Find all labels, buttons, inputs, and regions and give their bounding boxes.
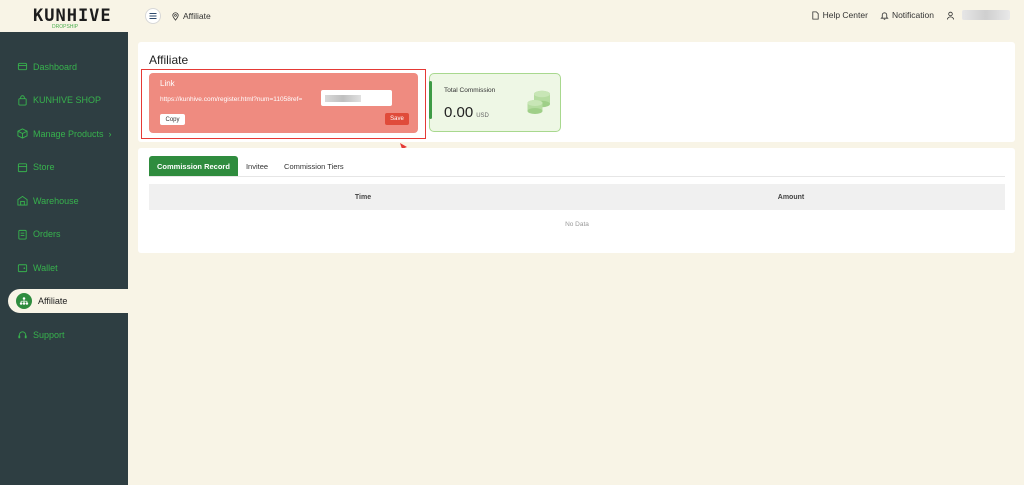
top-right-actions: Help Center Notification xyxy=(811,10,1024,20)
column-header-time[interactable]: Time xyxy=(149,194,577,201)
sidebar-item-warehouse[interactable]: Warehouse xyxy=(0,184,128,218)
save-button[interactable]: Save xyxy=(385,113,409,125)
commission-unit: USD xyxy=(476,113,489,119)
sidebar-nav: Dashboard KUNHIVE SHOP Manage Products ›… xyxy=(0,50,128,352)
logo[interactable]: KUNHIVE DROPSHIP xyxy=(0,0,128,32)
document-icon xyxy=(811,10,819,20)
total-commission-card: Total Commission 0.00 USD xyxy=(428,73,561,132)
copy-button[interactable]: Copy xyxy=(160,114,185,125)
sidebar-item-affiliate[interactable]: Affiliate xyxy=(8,288,128,313)
notification-link[interactable]: Notification xyxy=(880,10,934,20)
tab-invitee[interactable]: Invitee xyxy=(238,156,276,176)
referral-url: https://kunhive.com/register.html?num=11… xyxy=(160,96,303,103)
location-pin-icon xyxy=(172,11,179,21)
referral-link-card: Link https://kunhive.com/register.html?n… xyxy=(149,73,418,133)
tab-commission-tiers[interactable]: Commission Tiers xyxy=(276,156,352,176)
sidebar-item-label: Affiliate xyxy=(38,295,68,306)
commission-label: Total Commission xyxy=(444,87,496,94)
sidebar-item-orders[interactable]: Orders xyxy=(0,218,128,252)
sidebar-item-manage-products[interactable]: Manage Products › xyxy=(0,117,128,151)
tab-commission-record[interactable]: Commission Record xyxy=(149,156,238,176)
bell-icon xyxy=(880,11,889,20)
sidebar-item-label: Manage Products xyxy=(33,128,104,139)
sidebar-item-dashboard[interactable]: Dashboard xyxy=(0,50,128,84)
box-icon xyxy=(16,128,28,140)
sidebar-item-kunhive-shop[interactable]: KUNHIVE SHOP xyxy=(0,84,128,118)
sidebar-item-label: Support xyxy=(33,330,65,341)
breadcrumb-label: Affiliate xyxy=(183,11,211,21)
table-header: Time Amount xyxy=(149,184,1005,210)
username-redacted xyxy=(962,10,1010,20)
sidebar: KUNHIVE DROPSHIP Dashboard KUNHIVE SHOP … xyxy=(0,0,128,485)
referral-code-input[interactable] xyxy=(321,90,392,106)
sidebar-item-label: Store xyxy=(33,162,55,173)
sidebar-item-label: Orders xyxy=(33,229,61,240)
sidebar-item-label: Dashboard xyxy=(33,61,78,72)
breadcrumb: Affiliate xyxy=(171,11,211,21)
user-icon xyxy=(946,11,955,20)
sidebar-item-label: KUNHIVE SHOP xyxy=(33,95,102,106)
sidebar-item-wallet[interactable]: Wallet xyxy=(0,251,128,285)
link-label: Link xyxy=(160,79,175,88)
menu-icon xyxy=(149,13,157,19)
sidebar-item-label: Warehouse xyxy=(33,195,79,206)
orders-icon xyxy=(16,228,28,240)
referral-code-redacted xyxy=(325,94,361,102)
logo-text: KUNHIVE xyxy=(33,6,112,26)
dashboard-icon xyxy=(16,61,28,73)
sidebar-item-label: Wallet xyxy=(33,262,58,273)
wallet-icon xyxy=(16,262,28,274)
affiliate-icon xyxy=(16,292,32,309)
help-center-link[interactable]: Help Center xyxy=(811,10,868,20)
help-center-label: Help Center xyxy=(822,10,868,20)
page-title: Affiliate xyxy=(149,53,189,67)
chevron-right-icon: › xyxy=(108,128,112,139)
commission-records-card: Commission Record Invitee Commission Tie… xyxy=(138,148,1015,253)
empty-state-text: No Data xyxy=(565,221,589,228)
store-icon xyxy=(16,161,28,173)
commission-amount: 0.00 USD xyxy=(444,104,489,121)
coins-icon xyxy=(527,90,550,114)
tab-bar: Commission Record Invitee Commission Tie… xyxy=(149,156,1005,177)
notification-label: Notification xyxy=(891,10,934,20)
sidebar-item-store[interactable]: Store xyxy=(0,151,128,185)
warehouse-icon xyxy=(16,195,28,207)
support-icon xyxy=(16,329,28,341)
commission-value: 0.00 xyxy=(444,104,474,121)
sidebar-item-support[interactable]: Support xyxy=(0,319,128,353)
menu-toggle-button[interactable] xyxy=(145,8,161,24)
user-menu[interactable] xyxy=(946,10,1024,20)
bag-icon xyxy=(16,94,28,106)
logo-subtext: DROPSHIP xyxy=(52,24,79,30)
column-header-amount[interactable]: Amount xyxy=(577,194,1005,201)
top-bar: Affiliate Help Center Notification xyxy=(128,0,1024,32)
